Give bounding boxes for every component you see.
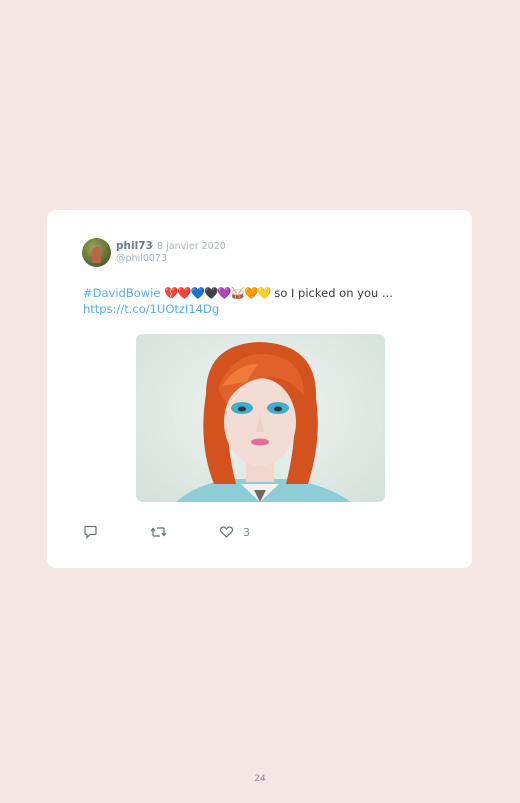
retweet-icon	[150, 527, 167, 537]
avatar-figure	[92, 247, 101, 263]
page-number: 24	[254, 774, 266, 784]
like-count: 3	[243, 525, 250, 539]
portrait-illustration	[176, 342, 351, 502]
heart-icon	[219, 526, 234, 538]
author-handle[interactable]: @phil0073	[116, 253, 167, 264]
tweet-date: · 8 janvier 2020	[151, 241, 226, 252]
tweet-card: phil73 · 8 janvier 2020 @phil0073 #David…	[47, 210, 472, 568]
tweet-text: #DavidBowie 💔❤️💙🖤💜🥁🧡💛 so I picked on you…	[83, 285, 443, 317]
author-name[interactable]: phil73	[116, 240, 153, 252]
like-button[interactable]: 3	[219, 524, 250, 540]
tweet-media-image[interactable]	[136, 334, 385, 502]
avatar[interactable]	[82, 238, 111, 267]
tweet-body-text: so I picked on you ...	[270, 286, 393, 300]
tweet-actions: 3	[83, 524, 283, 540]
emoji-sequence: 💔❤️💙🖤💜🥁🧡💛	[164, 286, 272, 300]
tweet-url-link[interactable]: https://t.co/1UOtzI14Dg	[83, 302, 219, 316]
retweet-button[interactable]	[150, 524, 167, 540]
reply-icon	[84, 525, 97, 539]
reply-button[interactable]	[83, 524, 98, 540]
hashtag-link[interactable]: #DavidBowie	[83, 286, 160, 300]
